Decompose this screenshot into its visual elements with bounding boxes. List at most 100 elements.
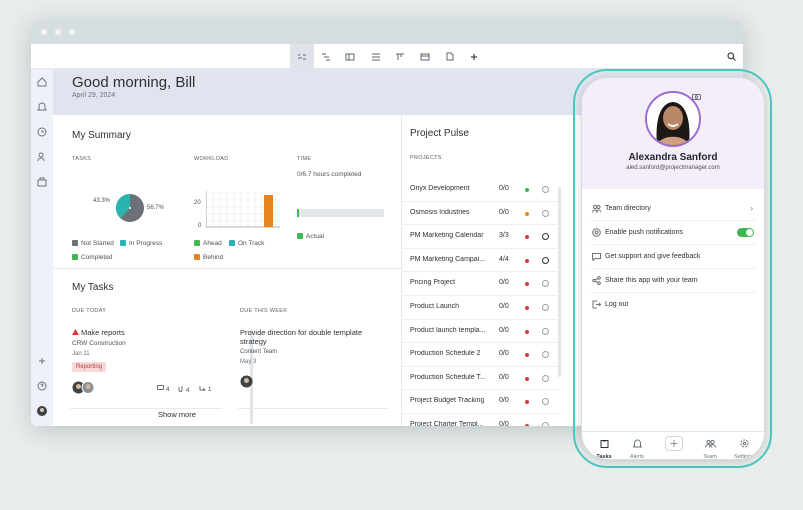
project-task-count: 0/0 xyxy=(499,208,509,216)
sidebar-home[interactable] xyxy=(36,76,48,88)
overview-view-button[interactable] xyxy=(290,44,314,69)
project-task-count: 0/0 xyxy=(499,326,509,334)
page-title: Good morning, Bill xyxy=(72,74,196,91)
task-title: Provide direction for double template st… xyxy=(240,328,363,346)
project-row[interactable]: Osmosis Industries 0/0 xyxy=(402,202,561,226)
project-status-dot xyxy=(525,306,529,310)
sheet-view-button[interactable] xyxy=(388,44,412,69)
tag-reporting[interactable]: Reporting xyxy=(72,362,107,372)
assignee-avatar[interactable] xyxy=(240,375,253,388)
pulse-scrollbar[interactable] xyxy=(558,187,561,377)
task-card-provide-direction[interactable]: Provide direction for double template st… xyxy=(238,322,388,409)
add-view-button[interactable] xyxy=(462,44,486,69)
project-task-count: 0/0 xyxy=(499,303,509,310)
project-name: PM Marketing Campai... xyxy=(410,255,486,263)
workload-bar-behind xyxy=(264,195,273,227)
left-sidebar xyxy=(31,69,53,426)
menu-team-directory[interactable]: Team directory › xyxy=(590,197,756,221)
camera-icon[interactable] xyxy=(692,93,701,100)
project-task-count: 0/0 xyxy=(499,421,509,426)
board-view-button[interactable] xyxy=(338,44,362,69)
time-progress-bar xyxy=(297,209,384,217)
sidebar-people[interactable] xyxy=(36,151,48,163)
workload-tick-20: 20 xyxy=(194,200,201,206)
project-status-dot xyxy=(525,188,529,192)
sidebar-time[interactable] xyxy=(36,126,48,138)
team-icon xyxy=(704,439,716,448)
task-title: Make reports xyxy=(81,328,125,337)
avatar xyxy=(37,406,47,416)
project-row[interactable]: Product Launch 0/0 xyxy=(402,296,561,320)
project-name: Production Schedule T... xyxy=(410,373,486,381)
list-view-button[interactable] xyxy=(364,44,388,69)
project-name: Production Schedule 2 xyxy=(410,350,481,358)
document-icon xyxy=(446,52,454,61)
my-tasks-title: My Tasks xyxy=(72,282,114,293)
show-more-button[interactable]: Show more xyxy=(158,410,196,419)
legend-actual: Actual xyxy=(297,233,324,240)
project-task-count: 0/0 xyxy=(499,279,509,287)
project-row[interactable]: Project Charter Templ... 0/0 xyxy=(402,414,561,426)
menu-share-app[interactable]: Share this app with your team xyxy=(590,269,756,293)
menu-label: Enable push notifications xyxy=(605,229,683,236)
window-dot-minimize[interactable] xyxy=(55,29,61,35)
plus-icon xyxy=(665,436,683,451)
add-button[interactable] xyxy=(659,436,689,456)
project-row[interactable]: PM Marketing Calendar 3/3 xyxy=(402,225,561,249)
attachments-count[interactable]: 4 xyxy=(178,385,189,394)
task-date: Jan 11 xyxy=(72,351,90,357)
warning-icon xyxy=(72,329,79,335)
project-name: Osmosis Industries xyxy=(410,208,470,216)
project-task-count: 0/0 xyxy=(499,185,509,192)
comments-count[interactable]: 4 xyxy=(157,385,169,393)
project-row[interactable]: PM Marketing Campai... 4/4 xyxy=(402,249,561,273)
project-row[interactable]: Onyx Development 0/0 xyxy=(402,178,561,202)
menu-support-feedback[interactable]: Get support and give feedback xyxy=(590,245,756,269)
legend-completed: Completed xyxy=(72,254,112,261)
workload-tick-0: 0 xyxy=(198,223,202,229)
sidebar-user-avatar[interactable] xyxy=(36,405,48,417)
project-row[interactable]: Product launch templa... 0/0 xyxy=(402,320,561,344)
sidebar-help[interactable] xyxy=(36,380,48,392)
tab-alerts[interactable]: Alerts xyxy=(622,435,652,459)
project-progress-icon xyxy=(542,304,549,311)
project-row[interactable]: Production Schedule 2 0/0 xyxy=(402,343,561,367)
time-progress-fill xyxy=(297,209,299,217)
my-tasks-panel: My Tasks DUE TODAY DUE THIS WEEK Make re… xyxy=(53,268,401,426)
task-project: CRW Construction xyxy=(72,340,126,347)
time-section-label: TIME xyxy=(297,156,312,162)
project-status-dot xyxy=(525,376,529,381)
profile-email: aled.sanford@projectmanager.com xyxy=(626,165,720,171)
project-name: Project Budget Tracking xyxy=(410,397,485,405)
sidebar-portfolio[interactable] xyxy=(36,176,48,188)
calendar-view-button[interactable] xyxy=(413,44,437,69)
clipboard-icon xyxy=(600,440,608,448)
project-row[interactable]: Production Schedule T... 0/0 xyxy=(402,367,561,391)
window-dot-close[interactable] xyxy=(41,29,47,35)
project-name: Onyx Development xyxy=(410,185,470,192)
tab-settings[interactable]: Settings xyxy=(729,435,759,459)
window-dot-maximize[interactable] xyxy=(69,29,75,35)
menu-log-out[interactable]: Log out xyxy=(590,293,756,317)
gantt-view-button[interactable] xyxy=(314,44,338,69)
project-row[interactable]: Pricing Project 0/0 xyxy=(402,272,561,296)
assignee-avatars[interactable] xyxy=(72,381,98,394)
time-completed-text: 0/6.7 hours completed xyxy=(297,171,362,178)
profile-name: Alexandra Sanford xyxy=(628,152,718,163)
project-task-count: 0/0 xyxy=(499,350,509,358)
subtasks-count[interactable]: 1 xyxy=(199,385,211,393)
project-row[interactable]: Project Budget Tracking 0/0 xyxy=(402,390,561,414)
project-progress-icon xyxy=(542,398,549,406)
tab-tasks[interactable]: Tasks xyxy=(589,435,619,459)
home-icon xyxy=(37,77,47,87)
sidebar-notifications[interactable] xyxy=(36,101,48,113)
search-button[interactable] xyxy=(723,44,739,69)
task-card-make-reports[interactable]: Make reports CRW Construction Jan 11 Rep… xyxy=(70,322,222,409)
tasks-section-label: TASKS xyxy=(72,156,92,162)
push-notifications-toggle[interactable] xyxy=(737,228,754,237)
document-view-button[interactable] xyxy=(438,44,462,69)
menu-push-notifications[interactable]: Enable push notifications xyxy=(590,221,756,245)
pie-left-percent: 43.3% xyxy=(93,198,111,204)
sidebar-add[interactable] xyxy=(36,355,48,367)
tab-team[interactable]: Team xyxy=(695,435,725,459)
